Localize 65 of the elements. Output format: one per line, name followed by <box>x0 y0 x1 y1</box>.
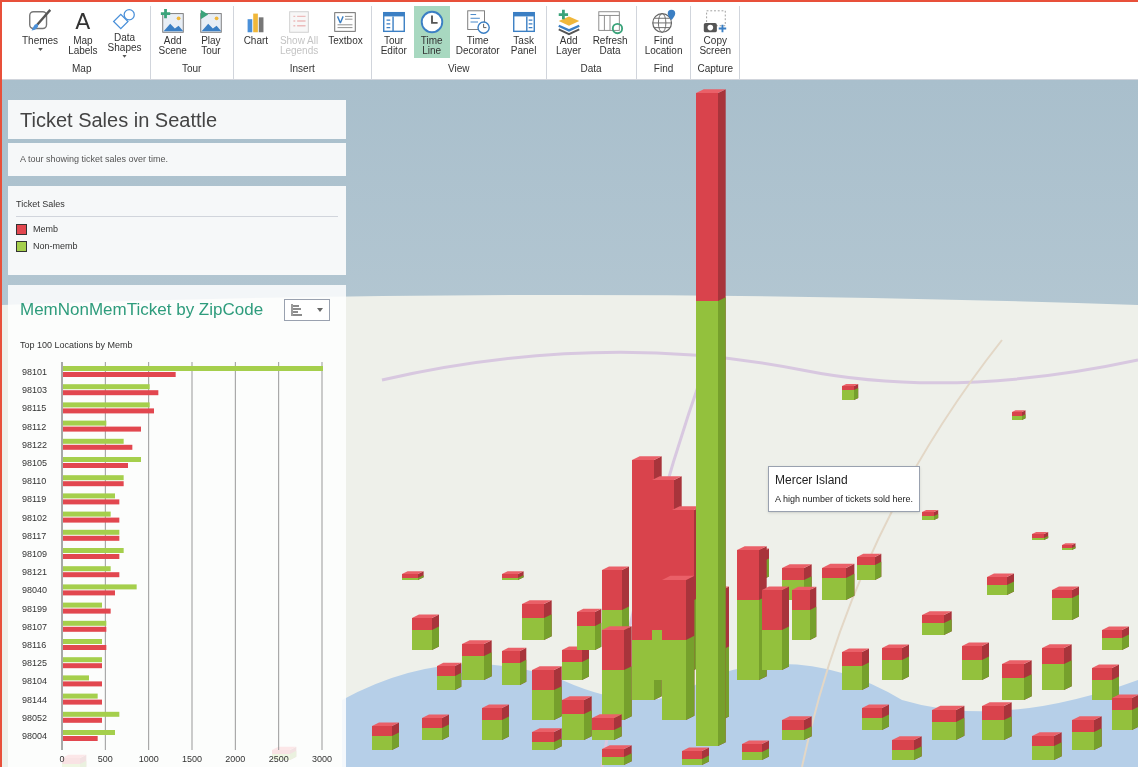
category-label: 98109 <box>22 549 48 559</box>
caret-icon <box>317 307 323 312</box>
ribbon-button[interactable]: Play Tour <box>192 6 229 58</box>
category-label: 98004 <box>22 731 48 741</box>
picture-plus-icon <box>158 8 187 36</box>
ribbon-button[interactable]: Add Scene <box>154 6 191 58</box>
ribbon-button[interactable]: Textbox <box>324 6 367 58</box>
table-refresh-icon <box>596 8 625 36</box>
category-label: 98125 <box>22 658 48 669</box>
ribbon-button[interactable]: Find Location <box>640 6 687 58</box>
group-label: Insert <box>289 62 315 76</box>
legend-label: Memb <box>33 222 58 236</box>
tour-title: Ticket Sales in Seattle <box>20 107 218 133</box>
globe-pin-icon <box>649 8 678 36</box>
legend-title: Ticket Sales <box>16 198 338 217</box>
category-label: 98119 <box>22 494 47 505</box>
ribbon-button[interactable]: Themes <box>18 6 63 58</box>
category-label: 98121 <box>22 567 48 578</box>
ribbon-button[interactable]: Chart <box>237 6 274 58</box>
ribbon-button[interactable]: Time Line <box>413 6 450 58</box>
ribbon-button[interactable]: Tour Editor <box>375 6 412 58</box>
tour-description: A tour showing ticket sales over time. <box>20 152 169 166</box>
category-label: 98052 <box>22 712 48 723</box>
category-label: 98103 <box>22 385 48 396</box>
category-label: 98105 <box>22 458 48 468</box>
ribbon-button[interactable]: Copy Screen <box>695 6 736 58</box>
category-label: 98104 <box>22 676 48 687</box>
category-label: 98112 <box>22 421 47 432</box>
axis-tick-label: 2000 <box>225 754 246 764</box>
legend-label: Non-memb <box>33 240 78 253</box>
bar-chart-icon <box>291 303 303 316</box>
group-label: Data <box>580 62 602 76</box>
ribbon-button[interactable]: A Map Labels <box>64 6 102 58</box>
group-label: Tour <box>181 62 202 76</box>
group-label: Find <box>653 62 674 76</box>
tooltip-text: A high number of tickets sold here. <box>775 493 914 506</box>
group-label: View <box>447 62 470 76</box>
ribbon-button[interactable]: Task Panel <box>505 6 542 58</box>
axis-tick-label: 0 <box>59 754 65 764</box>
chart-type-dropdown[interactable] <box>284 298 330 321</box>
axis-tick-label: 3000 <box>312 754 332 764</box>
group-label: Capture <box>697 62 734 76</box>
tooltip-title: Mercer Island <box>775 472 849 489</box>
chart-subtitle: Top 100 Locations by Memb <box>20 338 134 352</box>
group-label: Map <box>72 62 92 76</box>
category-label: 98040 <box>22 585 48 596</box>
category-label: 98144 <box>22 694 48 705</box>
axis-tick-label: 1500 <box>182 754 202 764</box>
category-label: 98117 <box>22 530 47 541</box>
ribbon-button[interactable]: Data Shapes <box>103 6 146 58</box>
category-label: 98122 <box>22 439 48 450</box>
ribbon-button[interactable]: Refresh Data <box>588 6 632 58</box>
category-label: 98110 <box>22 476 47 487</box>
category-label: 98115 <box>22 403 47 414</box>
ribbon-button[interactable]: Time Decorator <box>451 6 504 58</box>
category-label: 98102 <box>22 512 48 523</box>
category-label: 98116 <box>22 640 47 650</box>
chart-title: MemNonMemTicket by ZipCode <box>20 299 264 321</box>
axis-tick-label: 1000 <box>138 754 159 764</box>
category-label: 98107 <box>22 621 48 632</box>
axis-tick-label: 500 <box>97 754 113 764</box>
ribbon-button[interactable]: Add Layer <box>550 6 587 58</box>
category-label: 98199 <box>22 603 48 614</box>
category-label: 98101 <box>22 367 48 377</box>
axis-tick-label: 2500 <box>268 754 289 764</box>
